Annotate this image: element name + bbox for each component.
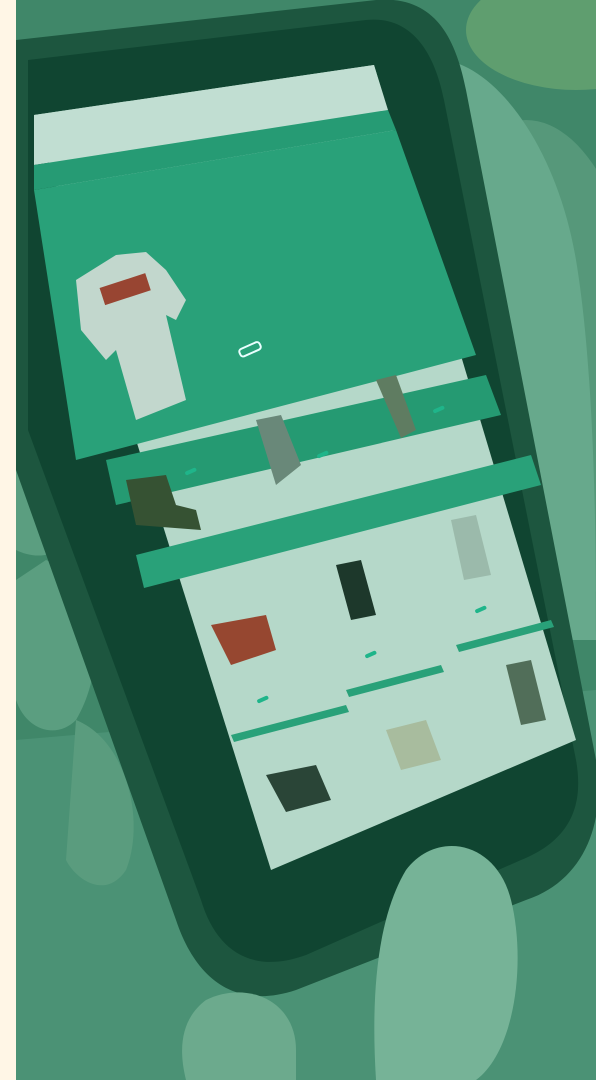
photo [16, 0, 596, 1080]
